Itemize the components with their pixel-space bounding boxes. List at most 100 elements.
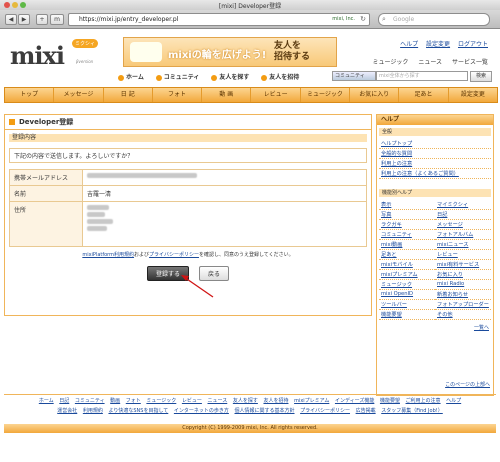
help-more-link[interactable]: 一覧へ [377, 324, 493, 331]
address-bar[interactable]: https://mixi.jp/entry_developer.pl mixi,… [68, 13, 370, 26]
help-item[interactable]: 写真 [379, 210, 435, 220]
footer-link[interactable]: 友人を探す [233, 398, 258, 404]
help-item[interactable]: お気に入り [435, 270, 491, 280]
footer-link[interactable]: インディーズ機能 [335, 398, 374, 404]
help-item[interactable]: フォトアップローダー [435, 300, 491, 310]
footer-link[interactable]: より快適なSNSを目指して [108, 408, 168, 414]
footer-link[interactable]: 運営会社 [57, 408, 77, 414]
page-title: Developer登録 [5, 115, 371, 130]
gnav-message[interactable]: メッセージ [54, 88, 104, 102]
help-item[interactable]: マイミクシィ [435, 200, 491, 210]
help-item[interactable]: メッセージ [435, 220, 491, 230]
footer-link[interactable]: 機能要望 [380, 398, 400, 404]
footer-link[interactable]: ミュージック [146, 398, 176, 404]
music-link[interactable]: ミュージック [373, 59, 409, 66]
footer-link[interactable]: 広告掲載 [356, 408, 376, 414]
community-select[interactable]: コミュニティ [332, 71, 376, 81]
help-item[interactable]: その他 [435, 310, 491, 320]
help-link[interactable]: ヘルプ [400, 41, 418, 48]
gnav-top[interactable]: トップ [5, 88, 55, 102]
help-item[interactable]: mixi動画 [379, 240, 435, 250]
gnav-video[interactable]: 動 画 [202, 88, 252, 102]
help-item[interactable]: 利用上の注意（よくあるご質問） [379, 169, 491, 179]
help-item[interactable]: 機能要望 [379, 310, 435, 320]
community-search-button[interactable]: 検索 [470, 71, 492, 82]
footer-link[interactable]: 友人を招待 [263, 398, 288, 404]
footer-link[interactable]: 動画 [110, 398, 120, 404]
footer-link[interactable]: 個人情報に関する基本方針 [235, 408, 295, 414]
community-search-input[interactable]: mixi全体から探す [376, 71, 468, 81]
add-bookmark-icon[interactable]: + [36, 14, 48, 25]
help-item[interactable]: ツールバー [379, 300, 435, 310]
service-links: ミュージック ニュース サービス一覧 [365, 57, 488, 66]
help-item[interactable]: 利用上の注意 [379, 159, 491, 169]
help-item[interactable]: mixi有料サービス [435, 260, 491, 270]
gnav-favorites[interactable]: お気に入り [350, 88, 400, 102]
page-top-link[interactable]: このページの上部へ [445, 381, 490, 388]
help-item[interactable]: mixiプレミアム [379, 270, 435, 280]
footer-link[interactable]: ホーム [39, 398, 54, 404]
footer-link[interactable]: 利用規約 [83, 408, 103, 414]
platform-terms-link[interactable]: mixiPlatform利用規約 [82, 252, 134, 258]
help-item[interactable]: 新着お知らせ [435, 290, 491, 300]
banner-people-icon [130, 42, 162, 62]
policy-text: を確認し、同意のうえ登録してください。 [198, 252, 294, 258]
help-item[interactable]: 表示 [379, 200, 435, 210]
gnav-footprints[interactable]: 足あと [399, 88, 449, 102]
security-label: mixi, Inc. [332, 16, 355, 22]
nav-invite[interactable]: 友人を招待 [261, 72, 299, 81]
help-item[interactable]: 全般的な質問 [379, 149, 491, 159]
help-item[interactable]: レビュー [435, 250, 491, 260]
footer-link[interactable]: フォト [126, 398, 141, 404]
service-list-link[interactable]: サービス一覧 [452, 59, 488, 66]
help-item[interactable]: mixiモバイル [379, 260, 435, 270]
browser-search-field[interactable]: ⌕ Google [378, 13, 490, 26]
nav-find-friends[interactable]: 友人を探す [211, 72, 249, 81]
sidebar-title: ヘルプ [377, 115, 493, 125]
help-item[interactable]: 日記 [435, 210, 491, 220]
mixi-logo[interactable]: mixi [10, 41, 65, 70]
gnav-music[interactable]: ミュージック [301, 88, 351, 102]
browser-window: [mixi] Developer登録 ◀ ▶ + m https://mixi.… [0, 0, 500, 462]
help-item[interactable]: ミュージック [379, 280, 435, 290]
help-item[interactable]: mixiニュース [435, 240, 491, 250]
gnav-diary[interactable]: 日 記 [104, 88, 153, 102]
gnav-review[interactable]: レビュー [251, 88, 301, 102]
footer-link[interactable]: mixiプレミアム [294, 398, 329, 404]
register-button[interactable]: 登録する [147, 266, 190, 281]
news-link[interactable]: ニュース [418, 59, 442, 66]
settings-link[interactable]: 設定変更 [426, 41, 450, 48]
help-item[interactable]: コミュニティ [379, 230, 435, 240]
footer-link[interactable]: スタッフ募集（Find Job!） [381, 408, 443, 414]
help-item[interactable]: ラクガキ [379, 220, 435, 230]
logout-link[interactable]: ログアウト [458, 41, 488, 48]
footer-link[interactable]: ヘルプ [446, 398, 461, 404]
footer-link[interactable]: コミュニティ [75, 398, 105, 404]
nav-community[interactable]: コミュニティ [155, 72, 199, 81]
back-arrow-icon[interactable]: ◀ [5, 14, 17, 25]
footer-link[interactable]: プライバシーポリシー [300, 408, 350, 414]
footer-link[interactable]: レビュー [182, 398, 202, 404]
footer-link[interactable]: インターネットの歩き方 [174, 408, 229, 414]
help-item[interactable]: 足あと [379, 250, 435, 260]
help-item[interactable]: mixi Radio [435, 280, 491, 290]
privacy-policy-link[interactable]: プライバシーポリシー [149, 252, 199, 258]
url-text[interactable]: https://mixi.jp/entry_developer.pl [79, 16, 178, 23]
back-button[interactable]: 戻る [198, 266, 229, 281]
invite-banner[interactable]: mixiの輪を広げよう! 友人を 招待する [123, 37, 337, 67]
registration-panel: Developer登録 登録内容 下記の内容で送信します。よろしいですか？ 携帯… [4, 114, 372, 316]
refresh-icon[interactable]: ↻ [360, 15, 366, 23]
forward-arrow-icon[interactable]: ▶ [18, 14, 30, 25]
gnav-photo[interactable]: フォト [153, 88, 203, 102]
gnav-settings[interactable]: 設定変更 [449, 88, 497, 102]
help-item[interactable]: フォトアルバム [435, 230, 491, 240]
footer-link[interactable]: 日記 [59, 398, 69, 404]
footer-link[interactable]: ご利用上の注意 [406, 398, 441, 404]
function-help-grid: 表示 マイミクシィ 写真 日記 ラクガキ メッセージ コミュニティ フォトアルバ… [379, 200, 491, 320]
footer-link[interactable]: ニュース [208, 398, 228, 404]
section-header: 登録内容 [9, 134, 367, 142]
help-item[interactable]: ヘルプトップ [379, 139, 491, 149]
registration-table: 携帯メールアドレス 名前 吉羅一清 住所 [9, 169, 367, 247]
nav-home[interactable]: ホーム [118, 72, 144, 81]
help-item[interactable]: mixi OpenID [379, 290, 435, 300]
